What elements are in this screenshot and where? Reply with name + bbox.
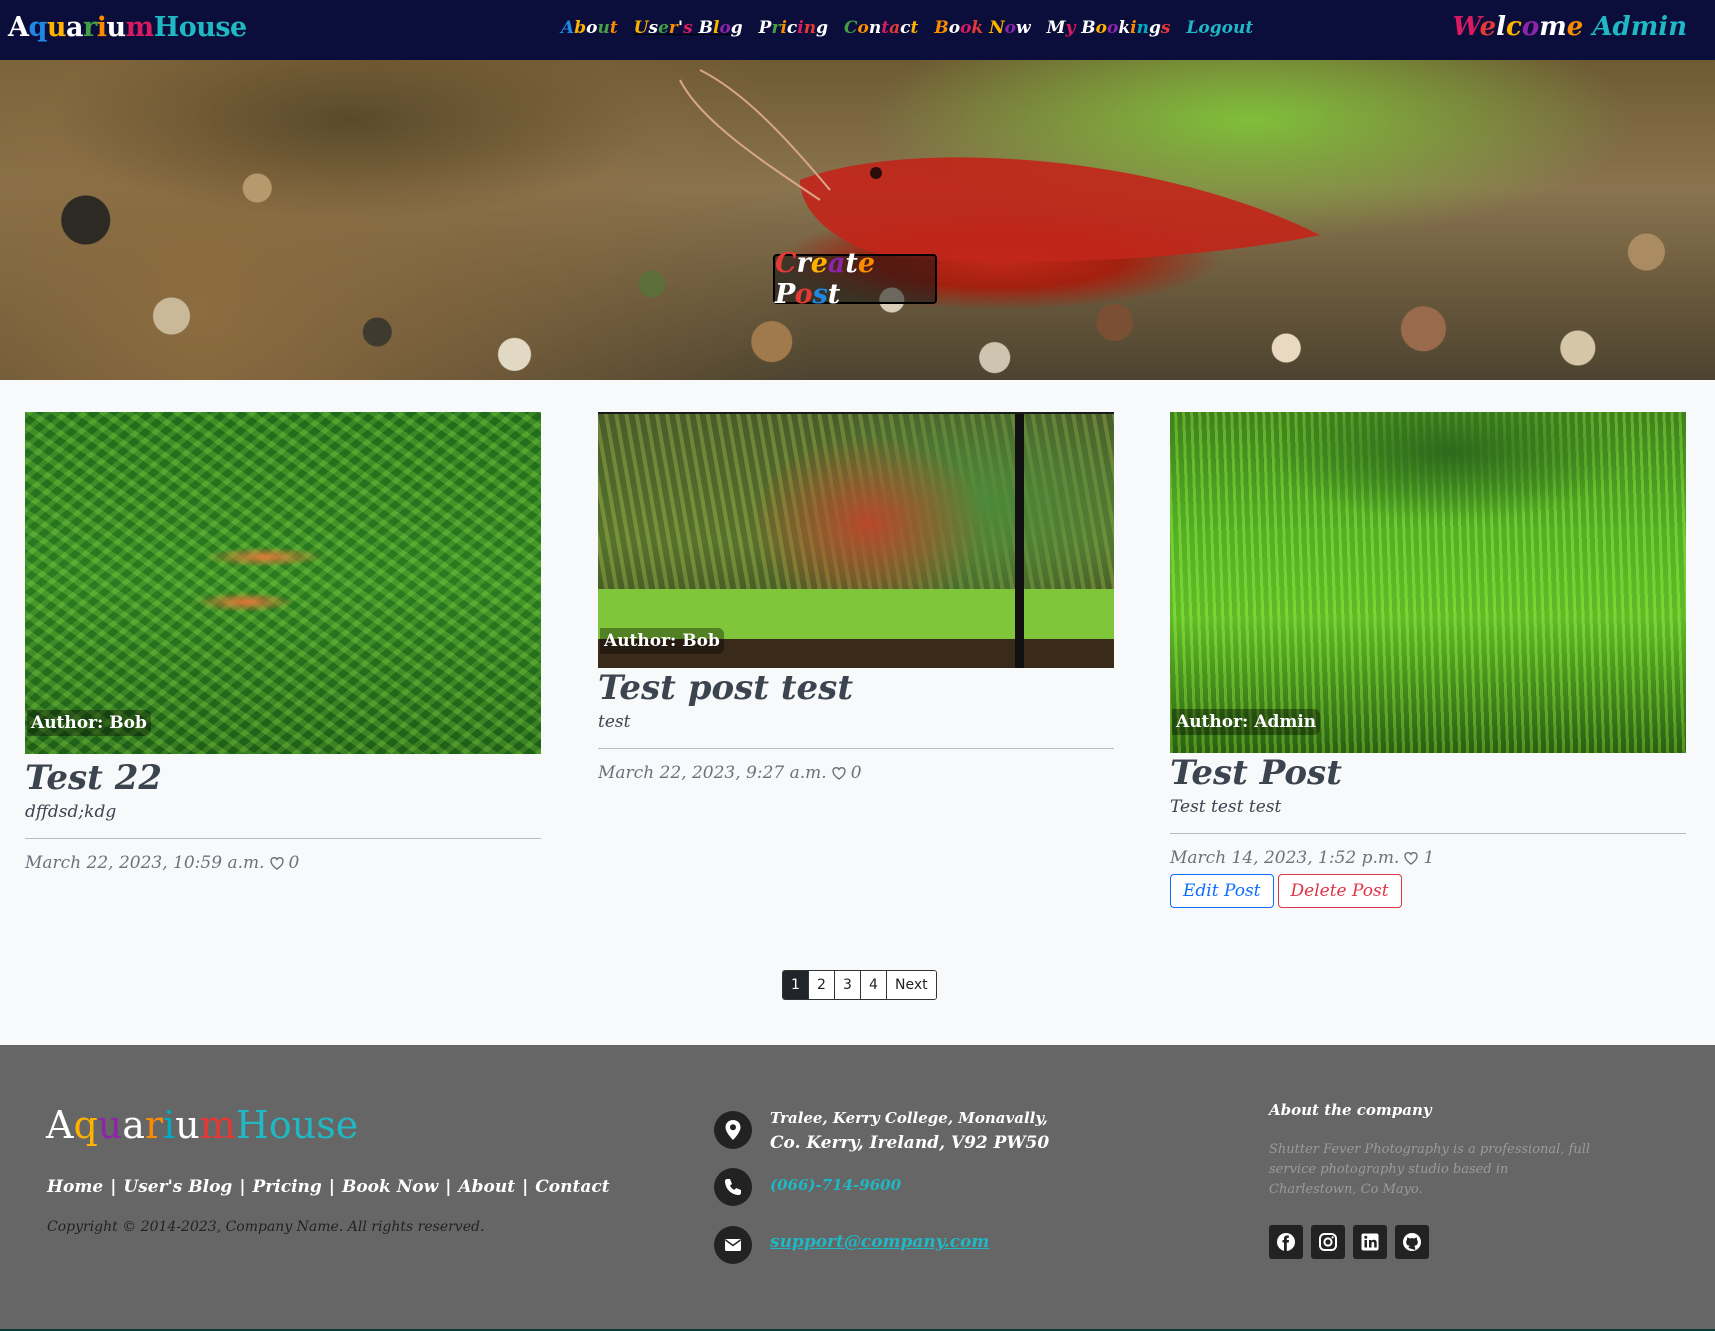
post-meta: March 14, 2023, 1:52 p.m. 1: [1170, 848, 1686, 868]
post-author: Author: Bob: [27, 710, 151, 736]
linkedin-icon[interactable]: [1353, 1225, 1387, 1259]
pagination: 1 2 3 4 Next: [782, 970, 937, 1000]
post-image[interactable]: Author: Bob: [598, 412, 1114, 668]
phone-icon: [714, 1168, 752, 1206]
delete-post-button[interactable]: Delete Post: [1277, 874, 1402, 908]
divider: [1170, 833, 1686, 834]
post-card: Author: Bob Test 22 dffdsd;kdg March 22,…: [25, 412, 541, 873]
post-excerpt: test: [598, 712, 631, 732]
page-4[interactable]: 4: [861, 971, 887, 999]
copyright-text: Copyright © 2014-2023, Company Name. All…: [47, 1219, 485, 1235]
footer-link-contact[interactable]: Contact: [535, 1177, 609, 1197]
post-card: Author: Admin Test Post Test test test M…: [1170, 412, 1686, 908]
page-1[interactable]: 1: [783, 971, 809, 999]
post-date: March 14, 2023, 1:52 p.m.: [1170, 848, 1400, 868]
nav-item-contact[interactable]: Contact: [844, 18, 918, 38]
like-count: 0: [850, 763, 862, 783]
like-count: 0: [288, 853, 300, 873]
github-icon[interactable]: [1395, 1225, 1429, 1259]
heart-icon[interactable]: [269, 855, 285, 871]
brand-part2: House: [153, 12, 248, 43]
nav-item-logout[interactable]: Logout: [1186, 18, 1253, 38]
footer-logo[interactable]: AquariumHouse: [46, 1103, 358, 1147]
post-title[interactable]: Test Post: [1170, 753, 1686, 793]
about-company-heading: About the company: [1269, 1101, 1432, 1119]
post-excerpt: dffdsd;kdg: [25, 802, 117, 822]
post-excerpt: Test test test: [1170, 797, 1282, 817]
facebook-icon[interactable]: [1269, 1225, 1303, 1259]
edit-post-button[interactable]: Edit Post: [1170, 874, 1274, 908]
post-meta: March 22, 2023, 10:59 a.m. 0: [25, 853, 541, 873]
post-title[interactable]: Test post test: [598, 668, 1114, 708]
heart-icon[interactable]: [1403, 850, 1419, 866]
footer-link-pricing[interactable]: Pricing: [253, 1177, 322, 1197]
footer-link-users-blog[interactable]: User's Blog: [123, 1177, 232, 1197]
address-line-1: Tralee, Kerry College, Monavally,: [770, 1109, 1048, 1127]
shrimp-image: [679, 69, 1320, 263]
address-line-2: Co. Kerry, Ireland, V92 PW50: [770, 1133, 1050, 1153]
footer-links: Home | User's Blog | Pricing | Book Now | Ab…: [47, 1177, 610, 1197]
post-image[interactable]: Author: Bob: [25, 412, 541, 754]
brand-part1: Aquarium: [8, 12, 154, 43]
nav-item-about[interactable]: About: [561, 18, 618, 38]
post-date: March 22, 2023, 9:27 a.m.: [598, 763, 827, 783]
like-count: 1: [1423, 848, 1435, 868]
brand-logo[interactable]: AquariumHouse: [8, 12, 247, 43]
welcome-greeting: Welcome: [1452, 12, 1584, 42]
post-image[interactable]: Author: Admin: [1170, 412, 1686, 753]
post-actions: Edit Post Delete Post: [1170, 874, 1686, 908]
about-company-text: Shutter Fever Photography is a professio…: [1269, 1142, 1591, 1197]
divider: [598, 748, 1114, 749]
create-post-label: Create Post: [775, 248, 876, 310]
nav-item-my-bookings[interactable]: My Bookings: [1047, 18, 1171, 38]
footer-link-book-now[interactable]: Book Now: [342, 1177, 438, 1197]
post-title[interactable]: Test 22: [25, 758, 541, 798]
nav-links: About User's Blog Pricing Contact Book N…: [561, 18, 1269, 38]
create-post-button[interactable]: Create Post: [773, 248, 937, 310]
nav-item-users-blog[interactable]: User's Blog: [634, 18, 743, 38]
email-link[interactable]: support@company.com: [770, 1232, 989, 1252]
footer-link-home[interactable]: Home: [47, 1177, 103, 1197]
page-2[interactable]: 2: [809, 971, 835, 999]
footer-logo-part2: House: [235, 1103, 359, 1147]
post-author: Author: Admin: [1172, 709, 1321, 735]
next-page-button[interactable]: Next: [887, 971, 936, 999]
phone-link[interactable]: (066)-714-9600: [770, 1176, 901, 1194]
divider: [25, 838, 541, 839]
heart-icon[interactable]: [831, 765, 847, 781]
footer-logo-part1: Aquarium: [46, 1103, 236, 1147]
post-card: Author: Bob Test post test test March 22…: [598, 412, 1114, 783]
navbar: AquariumHouse About User's Blog Pricing …: [0, 0, 1715, 60]
nav-item-pricing[interactable]: Pricing: [759, 18, 828, 38]
nav-item-book-now[interactable]: Book Now: [934, 18, 1030, 38]
post-meta: March 22, 2023, 9:27 a.m. 0: [598, 763, 1114, 783]
envelope-icon: [714, 1226, 752, 1264]
hero-banner: Create Post: [0, 60, 1715, 380]
footer-link-about[interactable]: About: [458, 1177, 515, 1197]
post-date: March 22, 2023, 10:59 a.m.: [25, 853, 265, 873]
location-pin-icon: [714, 1111, 752, 1149]
welcome-message: Welcome Admin: [1453, 12, 1688, 42]
page-3[interactable]: 3: [835, 971, 861, 999]
post-author: Author: Bob: [600, 628, 724, 654]
footer: AquariumHouse Home | User's Blog | Pricing…: [0, 1045, 1715, 1331]
instagram-icon[interactable]: [1311, 1225, 1345, 1259]
welcome-user: Admin: [1592, 12, 1687, 42]
